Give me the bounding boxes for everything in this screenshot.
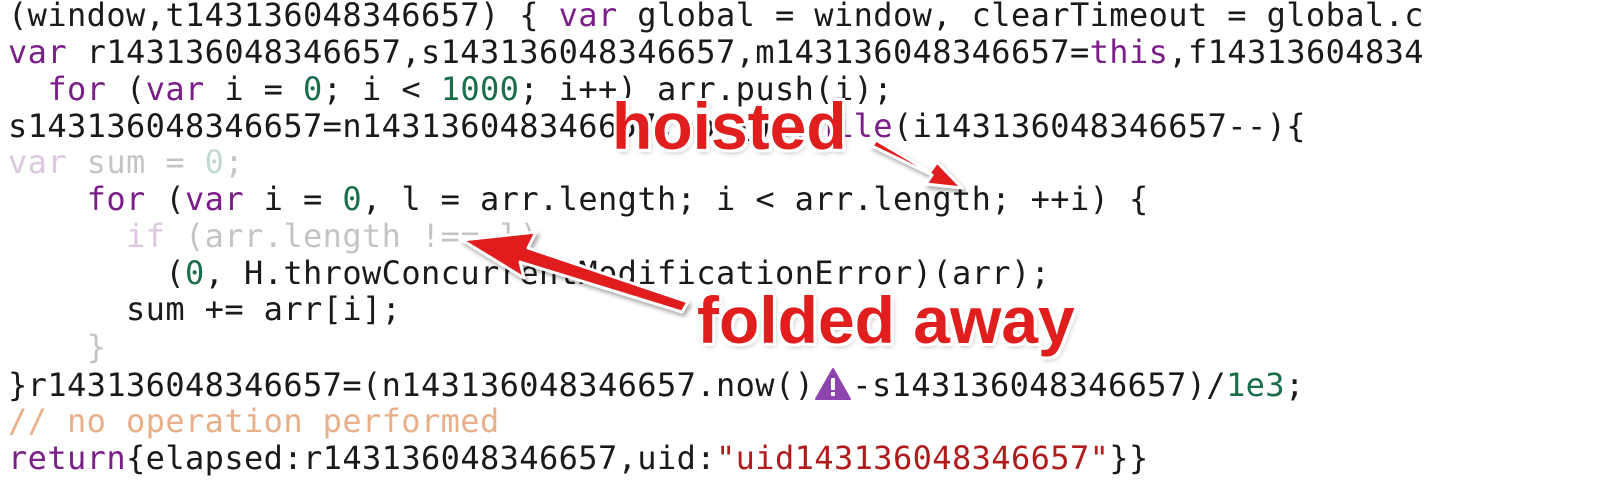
annotation-folded-away: folded away: [697, 283, 1075, 357]
annotation-hoisted: hoisted: [612, 89, 847, 163]
hoisted-arrow: [870, 138, 964, 190]
folded-away-arrow: [460, 230, 690, 314]
annotation-arrows: [460, 138, 964, 314]
code-screenshot: (window,t143136048346657) { var global =…: [0, 0, 1616, 498]
